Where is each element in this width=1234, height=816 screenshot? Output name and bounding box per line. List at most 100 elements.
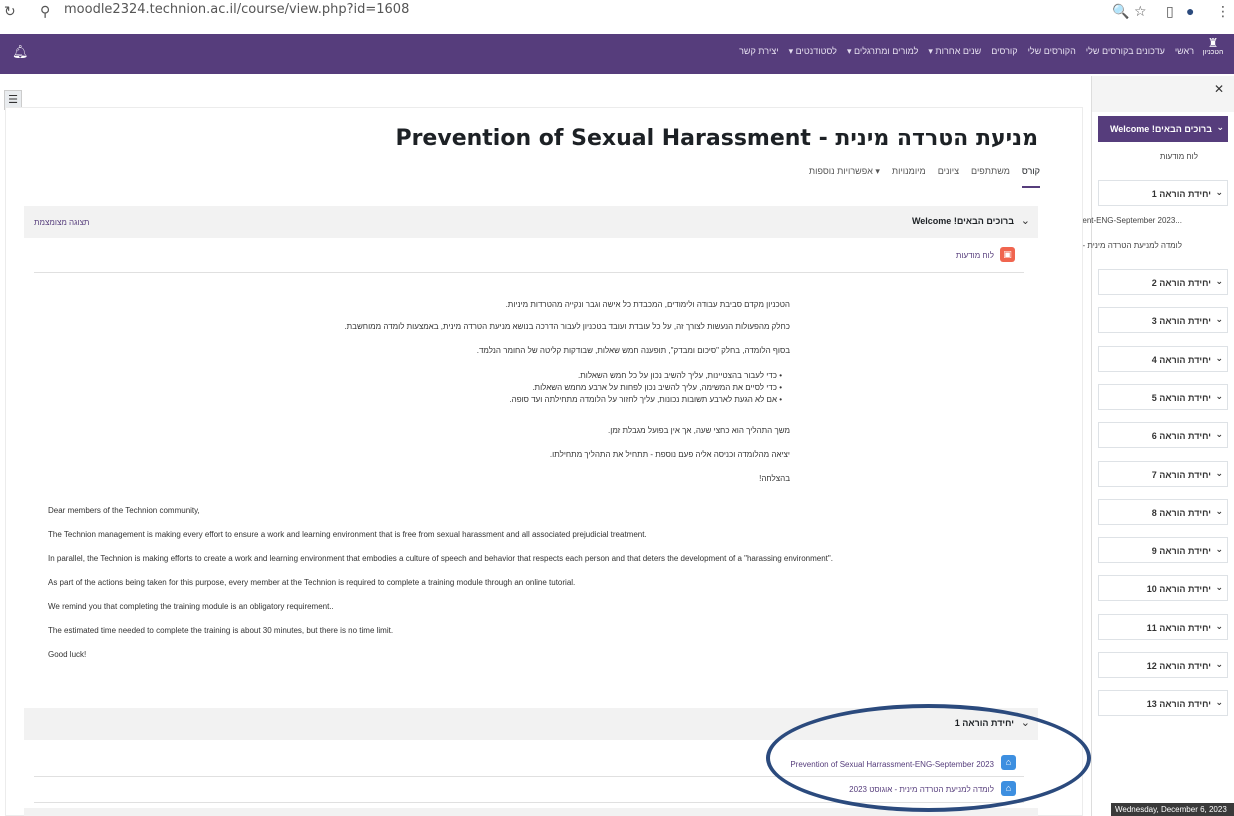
- index-unit-label: יחידת הוראה 8: [1151, 507, 1211, 518]
- chevron-down-icon: ⌄: [1215, 697, 1223, 708]
- index-unit-label: יחידת הוראה 13: [1146, 699, 1211, 710]
- nav-item[interactable]: ראשי: [1175, 46, 1194, 57]
- drawer-header: ✕: [1092, 76, 1234, 112]
- forum-icon: ▣: [1000, 247, 1015, 262]
- chevron-down-icon: ⌄: [1215, 314, 1223, 325]
- browser-menu-icon[interactable]: ⋮: [1216, 3, 1230, 20]
- address-bar[interactable]: moodle2324.technion.ac.il/course/view.ph…: [64, 2, 409, 17]
- hebrew-bullet: • כדי לסיים את המשימה, עליך להשיב נכון ל…: [532, 383, 782, 392]
- reload-icon[interactable]: ↻: [4, 3, 16, 20]
- index-unit-label: יחידת הוראה 11: [1146, 622, 1211, 633]
- hebrew-paragraph: כחלק מהפעולות הנעשות לצורך זה, על כל עוב…: [344, 322, 790, 331]
- annotation-oval: [766, 704, 1091, 812]
- course-tabs: קורס משתתפים ציונים מיומנויות אפשרויות נוספו…: [809, 166, 1040, 188]
- hebrew-paragraph: הטכניון מקדם סביבת עבודה ולימודים, המכבד…: [505, 300, 790, 309]
- profile-avatar-icon[interactable]: ●: [1186, 3, 1194, 19]
- chevron-down-icon[interactable]: ⌄: [1021, 214, 1030, 227]
- chevron-down-icon: ⌄: [1215, 467, 1223, 478]
- index-unit-12[interactable]: ⌄ יחידת הוראה 12: [1098, 652, 1228, 678]
- index-unit-4[interactable]: ⌄ יחידת הוראה 4: [1098, 345, 1228, 372]
- index-unit-6[interactable]: ⌄ יחידת הוראה 6: [1098, 422, 1228, 449]
- tab-item[interactable]: אפשרויות נוספות ▾: [809, 166, 880, 188]
- chevron-down-icon: ⌄: [1215, 544, 1223, 555]
- hebrew-paragraph: בהצלחה!: [759, 474, 790, 483]
- index-unit-10[interactable]: ⌄ יחידת הוראה 10: [1098, 575, 1228, 602]
- english-paragraph: In parallel, the Technion is making effo…: [48, 554, 833, 563]
- english-paragraph: The estimated time needed to complete th…: [48, 626, 394, 635]
- hebrew-paragraph: יציאה מהלומדה וכניסה אליה פעם נוספת - תת…: [549, 450, 790, 459]
- technion-logo[interactable]: ♜ הטכניון: [1202, 37, 1224, 70]
- tab-item[interactable]: קורס: [1021, 166, 1040, 188]
- forum-link[interactable]: לוח מודעות: [956, 251, 994, 260]
- chevron-down-icon: ⌄: [1215, 276, 1223, 286]
- site-info-icon[interactable]: ⚲: [40, 3, 50, 20]
- hebrew-paragraph: בסוף הלומדה, בחלק "סיכום ומבדק", תופענה …: [476, 346, 790, 355]
- index-unit-7[interactable]: ⌄ יחידת הוראה 7: [1098, 460, 1228, 487]
- tab-item[interactable]: ציונים: [938, 166, 959, 188]
- nav-item[interactable]: לסטודנטים ▾: [789, 46, 837, 57]
- hebrew-bullet: • אם לא הגעת לארבע תשובות נכונות, עליך ל…: [509, 395, 782, 404]
- chevron-down-icon: ⌄: [1215, 429, 1223, 440]
- chevron-down-icon: ⌄: [1215, 390, 1223, 401]
- index-unit-label: יחידת הוראה 10: [1146, 584, 1211, 595]
- course-index-drawer: ✕ ⌄ ברוכים הבאים! Welcome לוח מודעות ...…: [1068, 76, 1234, 816]
- english-paragraph: We remind you that completing the traini…: [48, 602, 334, 611]
- index-unit-11[interactable]: ⌄ יחידת הוראה 11: [1098, 613, 1228, 640]
- index-sub-activity[interactable]: לומדה למניעת הטרדה מינית -...: [1076, 241, 1182, 250]
- browser-toolbar: ↻ ⚲ moodle2324.technion.ac.il/course/vie…: [0, 0, 1234, 32]
- english-paragraph: Good luck!: [48, 650, 87, 659]
- index-unit-label: יחידת הוראה 9: [1151, 546, 1211, 557]
- english-paragraph: As part of the actions being taken for t…: [48, 578, 576, 587]
- chevron-down-icon: ⌄: [1215, 620, 1223, 631]
- hebrew-paragraph: משך התהליך הוא כחצי שעה, אך אין בפועל מג…: [608, 426, 790, 435]
- bookmark-star-icon[interactable]: ☆: [1134, 3, 1147, 20]
- index-unit-label: יחידת הוראה 2: [1151, 278, 1211, 288]
- nav-item[interactable]: למורים ומתרגלים ▾: [847, 46, 918, 57]
- index-unit-13[interactable]: ⌄ יחידת הוראה 13: [1098, 690, 1228, 717]
- chevron-down-icon: ⌄: [1215, 582, 1223, 593]
- chevron-down-icon: ⌄: [1216, 122, 1224, 132]
- hebrew-bullet: • כדי לעבור בהצטיינות, עליך להשיב נכון ע…: [577, 371, 782, 380]
- chevron-down-icon: ⌄: [1215, 659, 1223, 669]
- sidebar-panel-icon[interactable]: ▯: [1166, 3, 1174, 20]
- index-item-welcome[interactable]: ⌄ ברוכים הבאים! Welcome: [1098, 116, 1228, 142]
- section-header-welcome[interactable]: ⌄ ברוכים הבאים! Welcome תצוגה מצומצמת: [24, 206, 1038, 238]
- index-unit-label: יחידת הוראה 1: [1151, 189, 1211, 199]
- nav-item[interactable]: שנים אחרות ▾: [928, 46, 981, 57]
- index-unit-8[interactable]: ⌄ יחידת הוראה 8: [1098, 498, 1228, 525]
- collapse-view-link[interactable]: תצוגה מצומצמת: [34, 218, 89, 227]
- index-unit-label: יחידת הוראה 4: [1151, 354, 1211, 365]
- close-icon[interactable]: ✕: [1214, 82, 1224, 96]
- tab-item[interactable]: משתתפים: [971, 166, 1010, 188]
- chevron-down-icon: ⌄: [1215, 505, 1223, 516]
- english-paragraph: Dear members of the Technion community,: [48, 506, 200, 515]
- top-navbar: ♜ הטכניון ראשי עדכונים בקורסים שלי הקורסים…: [0, 34, 1234, 74]
- page-title: מניעת הטרדה מינית - Prevention of Sexual…: [395, 126, 1038, 151]
- date-tooltip: Wednesday, December 6, 2023: [1111, 803, 1234, 816]
- chevron-down-icon: ⌄: [1215, 187, 1223, 197]
- index-unit-5[interactable]: ⌄ יחידת הוראה 5: [1098, 383, 1228, 410]
- index-unit-3[interactable]: ⌄ יחידת הוראה 3: [1098, 307, 1228, 334]
- index-unit-label: יחידת הוראה 12: [1146, 661, 1211, 671]
- index-unit-label: יחידת הוראה 7: [1151, 469, 1211, 480]
- nav-item[interactable]: עדכונים בקורסים שלי: [1086, 46, 1165, 57]
- index-unit-2[interactable]: ⌄ יחידת הוראה 2: [1098, 269, 1228, 295]
- index-sub-activity[interactable]: ...ssment-ENG-September 2023: [1068, 216, 1182, 225]
- index-sub-forum[interactable]: לוח מודעות: [1160, 152, 1198, 161]
- tab-item[interactable]: מיומנויות: [892, 166, 926, 188]
- nav-item[interactable]: הקורסים שלי: [1028, 46, 1076, 57]
- nav-item[interactable]: יצירת קשר: [739, 46, 779, 57]
- index-unit-9[interactable]: ⌄ יחידת הוראה 9: [1098, 537, 1228, 564]
- index-unit-1[interactable]: ⌄ יחידת הוראה 1: [1098, 180, 1228, 206]
- index-unit-label: יחידת הוראה 6: [1151, 431, 1211, 442]
- chevron-down-icon: ⌄: [1215, 352, 1223, 363]
- nav-item[interactable]: קורסים: [991, 46, 1017, 57]
- index-unit-label: יחידת הוראה 3: [1151, 316, 1211, 327]
- zoom-icon[interactable]: 🔍: [1112, 3, 1129, 20]
- english-paragraph: The Technion management is making every …: [48, 530, 647, 539]
- index-unit-label: יחידת הוראה 5: [1151, 392, 1211, 403]
- page-root: ↻ ⚲ moodle2324.technion.ac.il/course/vie…: [0, 0, 1234, 816]
- bell-icon[interactable]: 🔔︎: [12, 44, 29, 60]
- nav-menu: ראשי עדכונים בקורסים שלי הקורסים שלי קורסים…: [739, 46, 1194, 57]
- logo-text: הטכניון: [1202, 49, 1224, 56]
